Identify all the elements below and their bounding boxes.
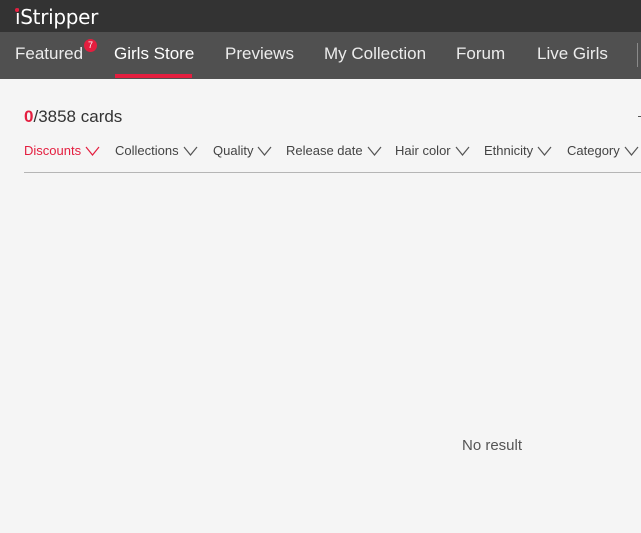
chevron-down-icon: [367, 146, 382, 156]
filter-category-label: Category: [567, 143, 620, 158]
chevron-down-icon: [455, 146, 470, 156]
title-bar: iStripper: [0, 0, 641, 32]
chevron-down-icon: [257, 146, 272, 156]
filter-hair-color-label: Hair color: [395, 143, 451, 158]
active-tab-indicator: [115, 74, 192, 78]
filter-collections[interactable]: Collections: [115, 143, 198, 158]
filter-ethnicity-label: Ethnicity: [484, 143, 534, 158]
chevron-down-icon: [624, 146, 639, 156]
nav-item-forum[interactable]: Forum: [456, 32, 505, 79]
filter-discounts[interactable]: Discounts: [24, 143, 100, 158]
nav-item-girls-store[interactable]: Girls Store: [114, 32, 194, 79]
filter-ethnicity[interactable]: Ethnicity: [484, 143, 552, 158]
filter-category[interactable]: Category: [567, 143, 639, 158]
filter-quality[interactable]: Quality: [213, 143, 272, 158]
filter-hair-color[interactable]: Hair color: [395, 143, 470, 158]
chevron-down-icon: [537, 146, 552, 156]
logo-dot-icon: [15, 8, 19, 12]
istripper-logo: iStripper: [15, 5, 98, 29]
featured-notification-badge: 7: [84, 39, 97, 52]
filter-discounts-label: Discounts: [24, 143, 82, 158]
empty-results-message: No result: [462, 437, 523, 454]
nav-item-featured[interactable]: Featured: [15, 32, 83, 79]
filter-release-date-label: Release date: [286, 143, 363, 158]
nav-item-previews[interactable]: Previews: [225, 32, 294, 79]
card-count: 0/3858 cards: [24, 107, 122, 127]
nav-separator: [637, 43, 638, 67]
chevron-down-icon: [183, 146, 198, 156]
chevron-down-icon: [85, 146, 100, 156]
logo-text: iStripper: [15, 5, 99, 29]
main-nav: Featured 7 Girls Store Previews My Colle…: [0, 32, 641, 79]
nav-item-my-collection[interactable]: My Collection: [324, 32, 426, 79]
filter-quality-label: Quality: [213, 143, 254, 158]
filter-collections-label: Collections: [115, 143, 179, 158]
total-card-count: /3858 cards: [33, 107, 123, 126]
filter-release-date[interactable]: Release date: [286, 143, 382, 158]
filter-divider: [24, 172, 641, 173]
nav-item-live-girls[interactable]: Live Girls: [537, 32, 608, 79]
